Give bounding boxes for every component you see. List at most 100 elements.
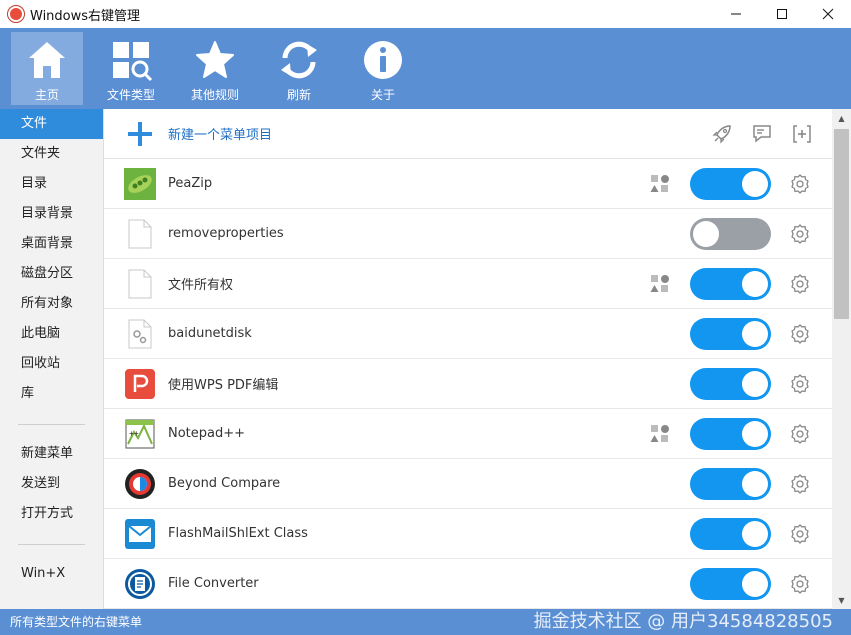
- toggle-knob: [742, 321, 768, 347]
- toolbar-refresh-label: 刷新: [286, 88, 311, 102]
- toolbar-filetypes-button[interactable]: 文件类型: [95, 32, 167, 105]
- sidebar-item-send-to[interactable]: 发送到: [0, 469, 103, 499]
- toolbar-home-label: 主页: [34, 88, 59, 102]
- minimize-icon: [731, 13, 741, 15]
- maximize-icon: [777, 9, 787, 19]
- gear-icon[interactable]: [790, 524, 810, 544]
- scrollbar-thumb[interactable]: [834, 129, 849, 319]
- menu-item-row[interactable]: PeaZip: [104, 159, 832, 209]
- new-menu-item-row[interactable]: 新建一个菜单项目: [104, 109, 832, 159]
- toolbar-home-button[interactable]: 主页: [11, 32, 83, 105]
- rocket-button[interactable]: [702, 124, 742, 144]
- toggle-knob: [742, 571, 768, 597]
- toggle-knob: [693, 221, 719, 247]
- add-separator-button[interactable]: [782, 124, 822, 144]
- menu-item-row[interactable]: ++ Notepad++: [104, 409, 832, 459]
- menu-item-label: Notepad++: [168, 426, 246, 441]
- enable-toggle[interactable]: [690, 568, 771, 600]
- toolbar-other-rules-button[interactable]: 其他规则: [179, 32, 251, 105]
- sidebar-item-new-menu[interactable]: 新建菜单: [0, 439, 103, 469]
- watermark-text: 掘金技术社区 @ 用户34584828505: [533, 611, 833, 632]
- toolbar-about-button[interactable]: 关于: [347, 32, 419, 105]
- sidebar-item-this-pc[interactable]: 此电脑: [0, 319, 103, 349]
- gear-icon[interactable]: [790, 374, 810, 394]
- enable-toggle[interactable]: [690, 268, 771, 300]
- menu-item-row[interactable]: Beyond Compare: [104, 459, 832, 509]
- flashmail-icon: [124, 518, 156, 550]
- sidebar-item-desktop-background[interactable]: 桌面背景: [0, 229, 103, 259]
- sidebar-item-directory-background[interactable]: 目录背景: [0, 199, 103, 229]
- menu-item-list: 新建一个菜单项目 PeaZip removeproperties 文件所有权 baid…: [104, 109, 832, 609]
- gear-icon[interactable]: [790, 224, 810, 244]
- menu-item-row[interactable]: removeproperties: [104, 209, 832, 259]
- gear-icon[interactable]: [790, 324, 810, 344]
- sidebar-item-all-objects[interactable]: 所有对象: [0, 289, 103, 319]
- menu-item-label: removeproperties: [168, 226, 284, 241]
- file-converter-icon: [124, 568, 156, 600]
- star-icon: [196, 41, 234, 78]
- add-text-button[interactable]: [742, 124, 782, 144]
- blank-file-icon: [124, 268, 156, 300]
- beyond-compare-icon: [124, 468, 156, 500]
- menu-item-label: baidunetdisk: [168, 326, 252, 341]
- menu-item-label: PeaZip: [168, 176, 213, 191]
- menu-item-label: Beyond Compare: [168, 476, 281, 491]
- main-toolbar: 主页 文件类型 其他规则 刷新 关于: [0, 28, 851, 109]
- toggle-knob: [742, 471, 768, 497]
- minimize-button[interactable]: [713, 0, 759, 28]
- vertical-scrollbar[interactable]: ▲ ▼: [832, 109, 851, 609]
- close-icon: [822, 8, 834, 20]
- add-icon: [124, 118, 156, 150]
- maximize-button[interactable]: [759, 0, 805, 28]
- sidebar: 文件 文件夹 目录 目录背景 桌面背景 磁盘分区 所有对象 此电脑 回收站 库 …: [0, 109, 104, 609]
- window-title: Windows右键管理: [30, 8, 141, 24]
- gear-icon[interactable]: [790, 174, 810, 194]
- menu-item-row[interactable]: 使用WPS PDF编辑: [104, 359, 832, 409]
- menu-item-row[interactable]: baidunetdisk: [104, 309, 832, 359]
- note-add-icon: [753, 124, 771, 143]
- menu-item-row[interactable]: File Converter: [104, 559, 832, 609]
- sidebar-item-file[interactable]: 文件: [0, 109, 103, 139]
- app-icon: [8, 6, 24, 22]
- menu-item-label: File Converter: [168, 576, 259, 591]
- enable-toggle[interactable]: [690, 218, 771, 250]
- gear-icon[interactable]: [790, 474, 810, 494]
- sidebar-item-directory[interactable]: 目录: [0, 169, 103, 199]
- sidebar-item-library[interactable]: 库: [0, 379, 103, 409]
- enable-toggle[interactable]: [690, 468, 771, 500]
- sidebar-item-folder[interactable]: 文件夹: [0, 139, 103, 169]
- gear-icon[interactable]: [790, 424, 810, 444]
- add-bracket-icon: [793, 124, 811, 143]
- toggle-knob: [742, 371, 768, 397]
- refresh-icon: [281, 41, 317, 79]
- shapes-icon[interactable]: [650, 274, 670, 294]
- toggle-knob: [742, 421, 768, 447]
- toolbar-refresh-button[interactable]: 刷新: [263, 32, 335, 105]
- scroll-down-arrow[interactable]: ▼: [832, 591, 851, 609]
- peazip-icon: [124, 167, 156, 200]
- window-controls: [713, 0, 851, 28]
- enable-toggle[interactable]: [690, 418, 771, 450]
- sidebar-item-recycle-bin[interactable]: 回收站: [0, 349, 103, 379]
- sidebar-item-winx[interactable]: Win+X: [0, 559, 103, 589]
- info-icon: [364, 41, 402, 79]
- gear-icon[interactable]: [790, 274, 810, 294]
- close-button[interactable]: [805, 0, 851, 28]
- menu-item-row[interactable]: 文件所有权: [104, 259, 832, 309]
- enable-toggle[interactable]: [690, 518, 771, 550]
- svg-text:++: ++: [129, 429, 139, 438]
- toggle-knob: [742, 171, 768, 197]
- sidebar-item-open-with[interactable]: 打开方式: [0, 499, 103, 529]
- gear-icon[interactable]: [790, 574, 810, 594]
- enable-toggle[interactable]: [690, 368, 771, 400]
- shapes-icon[interactable]: [650, 424, 670, 444]
- sidebar-item-drive[interactable]: 磁盘分区: [0, 259, 103, 289]
- list-actions: [702, 124, 822, 144]
- menu-item-row[interactable]: FlashMailShlExt Class: [104, 509, 832, 559]
- status-bar: 所有类型文件的右键菜单 掘金技术社区 @ 用户34584828505: [0, 609, 851, 635]
- enable-toggle[interactable]: [690, 318, 771, 350]
- shapes-icon[interactable]: [650, 174, 670, 194]
- enable-toggle[interactable]: [690, 168, 771, 200]
- notepadpp-icon: ++: [124, 418, 156, 450]
- scroll-up-arrow[interactable]: ▲: [832, 109, 851, 127]
